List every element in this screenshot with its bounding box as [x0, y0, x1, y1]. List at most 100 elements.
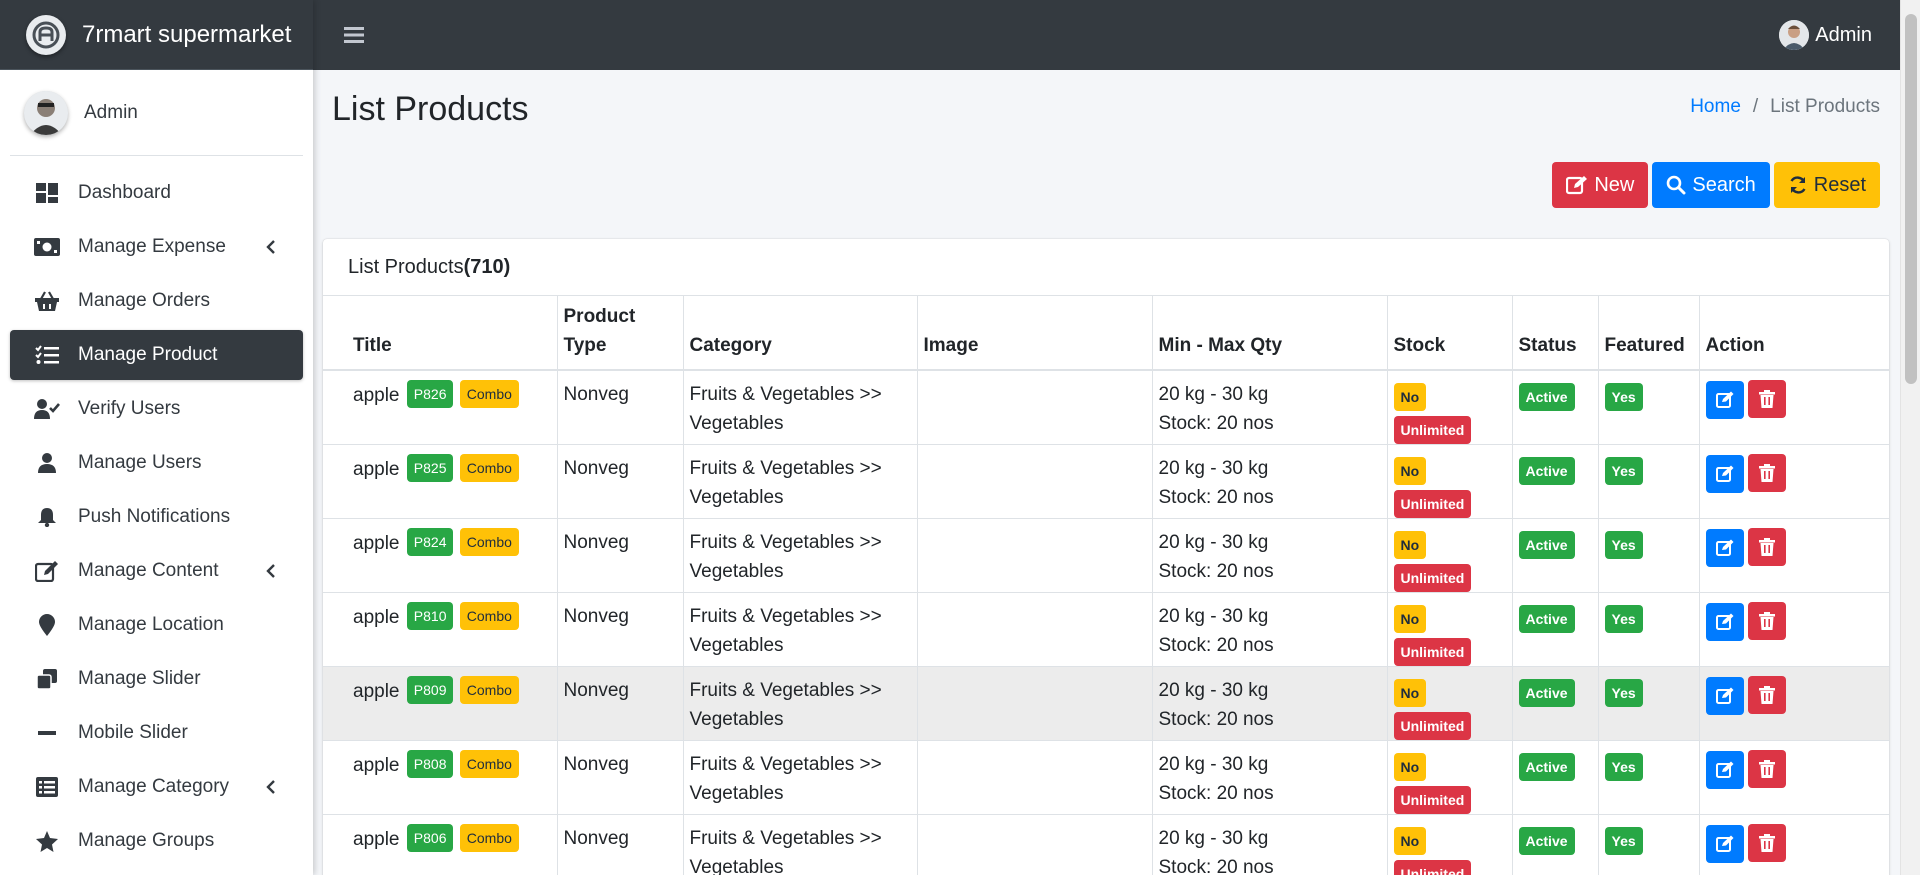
table-row[interactable]: apple P824 Combo Nonveg Fruits & Vegetable… [323, 518, 1889, 593]
chevron-left-icon[interactable] [261, 237, 281, 257]
sidebar-item-manage-expense[interactable]: Manage Expense [10, 222, 303, 272]
cell-category: Fruits & Vegetables >> Vegetables [683, 370, 918, 445]
delete-button[interactable] [1747, 602, 1786, 640]
table-row[interactable]: apple P809 Combo Nonveg Fruits & Vegetable… [323, 666, 1889, 741]
col-min-max-qty[interactable]: Min - Max Qty [1152, 296, 1388, 370]
table-row[interactable]: apple P826 Combo Nonveg Fruits & Vegetable… [323, 370, 1889, 445]
status-badge[interactable]: Active [1518, 531, 1575, 559]
table-row[interactable]: apple P810 Combo Nonveg Fruits & Vegetable… [323, 592, 1889, 667]
col-product-type[interactable]: Product Type [557, 296, 684, 370]
delete-button[interactable] [1747, 528, 1786, 566]
stock-quantity: Stock: 20 nos [1158, 783, 1274, 804]
sidebar-item-manage-slider[interactable]: Manage Slider [10, 654, 303, 704]
brand-link[interactable]: 7rmart supermarket [0, 0, 313, 70]
sidebar-item-label: Manage Content [78, 560, 219, 581]
cell-qty: 20 kg - 30 kg Stock: 20 nos [1152, 814, 1388, 875]
featured-badge[interactable]: Yes [1604, 383, 1643, 411]
status-badge[interactable]: Active [1518, 605, 1575, 633]
delete-button[interactable] [1747, 824, 1786, 862]
list-check-icon [34, 342, 60, 368]
col-stock[interactable]: Stock [1387, 296, 1513, 370]
qty-range: 20 kg - 30 kg [1158, 532, 1269, 553]
top-user-menu[interactable]: Admin [1779, 20, 1872, 50]
edit-button[interactable] [1705, 676, 1744, 715]
cell-category: Fruits & Vegetables >> Vegetables [683, 666, 918, 741]
col-status[interactable]: Status [1512, 296, 1599, 370]
col-action[interactable]: Action [1699, 296, 1889, 370]
cell-stock: No Unlimited [1387, 666, 1513, 741]
stock-flag-badge: No [1393, 605, 1427, 633]
edit-button[interactable] [1705, 750, 1744, 789]
sidebar-item-manage-category[interactable]: Manage Category [10, 762, 303, 812]
table-row[interactable]: apple P825 Combo Nonveg Fruits & Vegetable… [323, 444, 1889, 519]
chevron-left-icon[interactable] [261, 561, 281, 581]
list-alt-icon [34, 774, 60, 800]
status-badge[interactable]: Active [1518, 383, 1575, 411]
delete-button[interactable] [1747, 750, 1786, 788]
product-code-badge: P824 [406, 528, 454, 556]
reset-button[interactable]: Reset [1773, 162, 1880, 208]
featured-badge[interactable]: Yes [1604, 531, 1643, 559]
edit-button[interactable] [1705, 528, 1744, 567]
featured-badge[interactable]: Yes [1604, 827, 1643, 855]
sidebar-item-manage-product[interactable]: Manage Product [10, 330, 303, 380]
sidebar-item-mobile-slider[interactable]: Mobile Slider [10, 708, 303, 758]
sidebar-item-manage-users[interactable]: Manage Users [10, 438, 303, 488]
table-row[interactable]: apple P806 Combo Nonveg Fruits & Vegetable… [323, 814, 1889, 875]
scrollbar-thumb[interactable] [1905, 14, 1917, 384]
status-badge[interactable]: Active [1518, 679, 1575, 707]
delete-button[interactable] [1747, 380, 1786, 418]
cell-image [917, 518, 1153, 593]
unlimited-badge: Unlimited [1393, 786, 1472, 814]
breadcrumb-home[interactable]: Home [1690, 96, 1741, 118]
page-scrollbar[interactable] [1900, 0, 1920, 875]
sidebar-item-manage-location[interactable]: Manage Location [10, 600, 303, 650]
featured-badge[interactable]: Yes [1604, 679, 1643, 707]
sidebar-item-manage-groups[interactable]: Manage Groups [10, 816, 303, 866]
breadcrumb-current: List Products [1770, 96, 1880, 117]
chevron-left-icon[interactable] [261, 777, 281, 797]
sidebar-item-push-notifications[interactable]: Push Notifications [10, 492, 303, 542]
col-image[interactable]: Image [917, 296, 1153, 370]
breadcrumb: Home / List Products [1690, 96, 1880, 118]
top-navbar: Admin [313, 0, 1900, 70]
featured-badge[interactable]: Yes [1604, 753, 1643, 781]
cell-category: Fruits & Vegetables >> Vegetables [683, 444, 918, 519]
user-panel[interactable]: Admin [10, 70, 303, 156]
cell-action [1699, 741, 1889, 815]
product-title: apple [353, 385, 400, 406]
col-title[interactable]: Title [323, 296, 558, 370]
unlimited-badge: Unlimited [1393, 490, 1472, 518]
page-title: List Products [332, 90, 529, 128]
edit-button[interactable] [1705, 824, 1744, 863]
featured-badge[interactable]: Yes [1604, 457, 1643, 485]
sidebar-item-manage-content[interactable]: Manage Content [10, 546, 303, 596]
col-category[interactable]: Category [683, 296, 918, 370]
menu-toggle-icon[interactable] [341, 22, 367, 48]
combo-badge: Combo [459, 528, 519, 556]
edit-button[interactable] [1705, 380, 1744, 419]
status-badge[interactable]: Active [1518, 827, 1575, 855]
edit-button[interactable] [1705, 454, 1744, 493]
cell-title: apple P808 Combo [323, 740, 558, 815]
delete-button[interactable] [1747, 454, 1786, 492]
delete-button[interactable] [1747, 676, 1786, 714]
cell-action [1699, 370, 1889, 445]
featured-badge[interactable]: Yes [1604, 605, 1643, 633]
sidebar-item-label: Manage Groups [78, 830, 215, 851]
search-button[interactable]: Search [1652, 162, 1770, 208]
sidebar-item-label: Manage Product [78, 344, 218, 365]
cell-featured: Yes [1598, 740, 1700, 815]
brand-logo-icon [26, 14, 66, 55]
product-count: (710) [463, 255, 511, 278]
sidebar-item-dashboard[interactable]: Dashboard [10, 168, 303, 218]
sidebar-item-manage-orders[interactable]: Manage Orders [10, 276, 303, 326]
table-row[interactable]: apple P808 Combo Nonveg Fruits & Vegetable… [323, 740, 1889, 815]
col-featured[interactable]: Featured [1598, 296, 1700, 370]
combo-badge: Combo [459, 676, 519, 704]
edit-button[interactable] [1705, 602, 1744, 641]
status-badge[interactable]: Active [1518, 457, 1575, 485]
status-badge[interactable]: Active [1518, 753, 1575, 781]
new-button[interactable]: New [1552, 162, 1649, 208]
sidebar-item-verify-users[interactable]: Verify Users [10, 384, 303, 434]
